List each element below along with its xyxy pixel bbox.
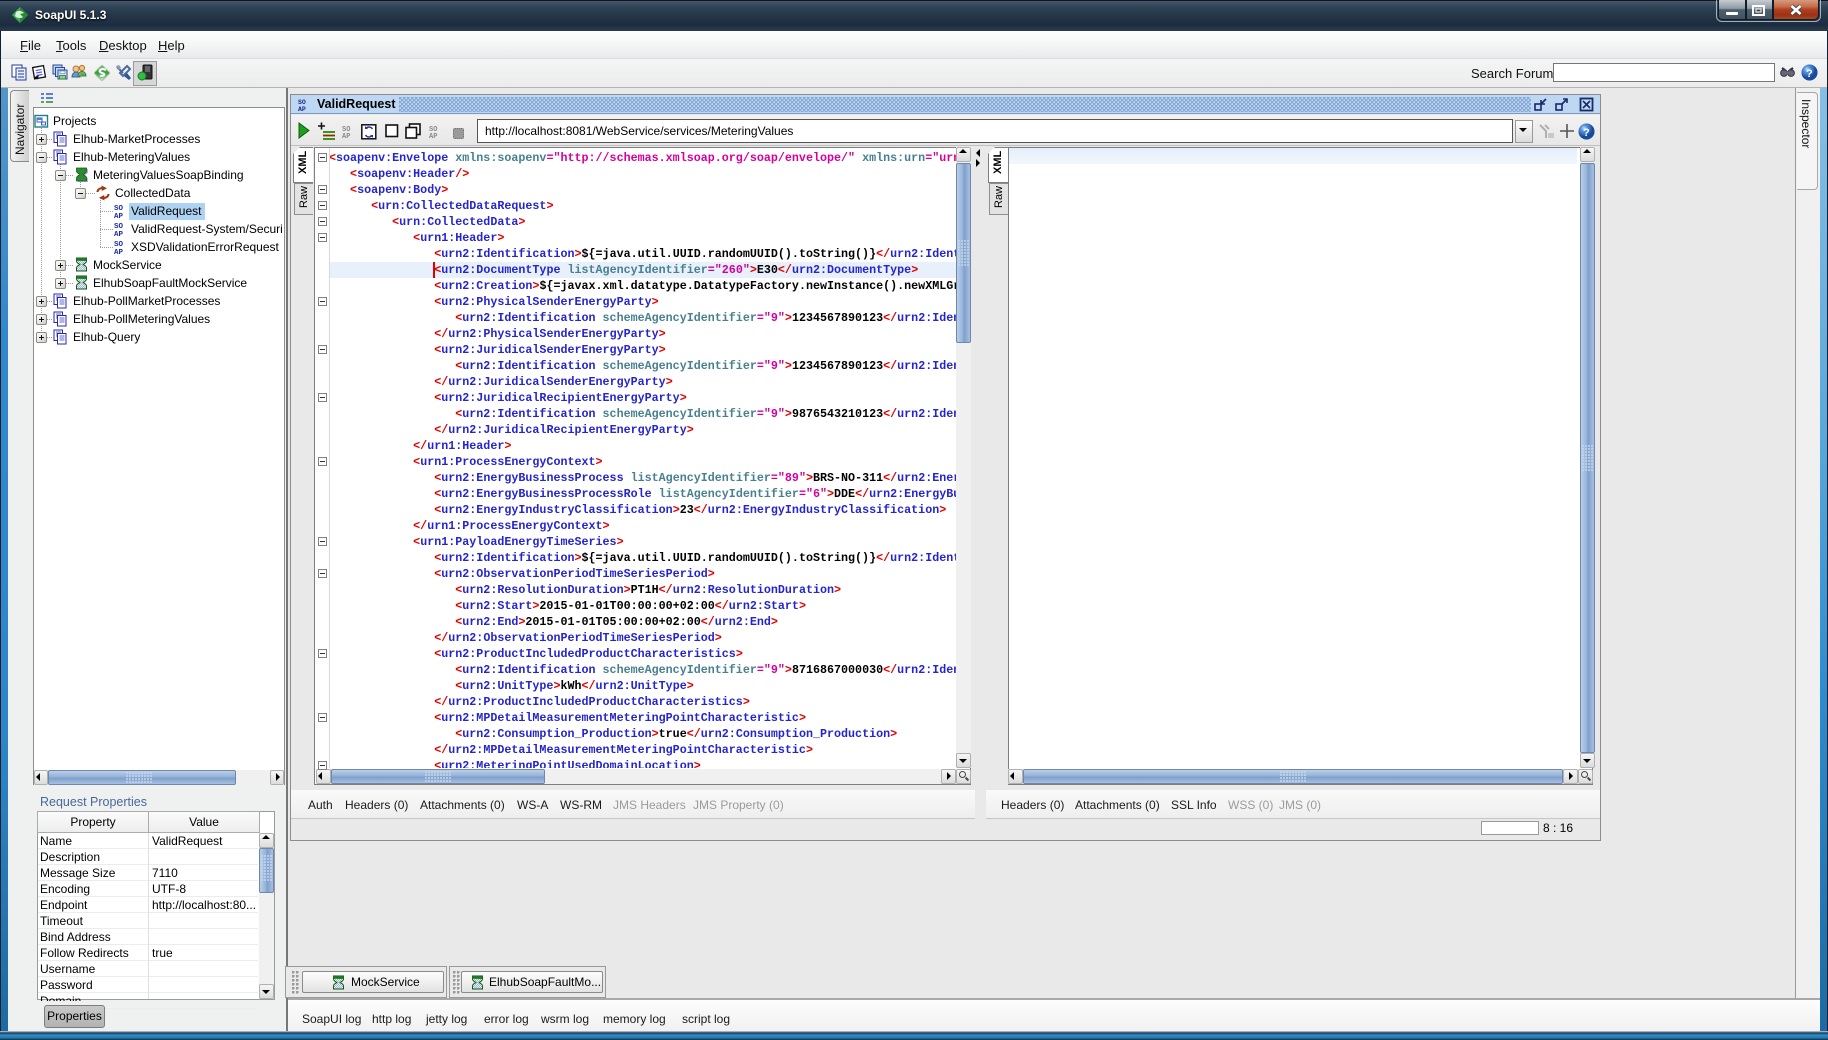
svg-text:AP: AP (114, 213, 124, 219)
svg-text:SO: SO (114, 241, 124, 249)
svg-text:SO: SO (114, 223, 124, 231)
svg-text:AP: AP (114, 249, 124, 255)
svg-text:?: ? (1806, 68, 1813, 80)
svg-text:AP: AP (298, 106, 306, 112)
svg-text:SO: SO (114, 205, 124, 213)
svg-text:?: ? (1583, 127, 1590, 139)
svg-text:AP: AP (342, 133, 350, 139)
svg-text:SO: SO (298, 99, 306, 106)
svg-text:AP: AP (429, 133, 437, 139)
svg-text:AP: AP (114, 231, 124, 237)
